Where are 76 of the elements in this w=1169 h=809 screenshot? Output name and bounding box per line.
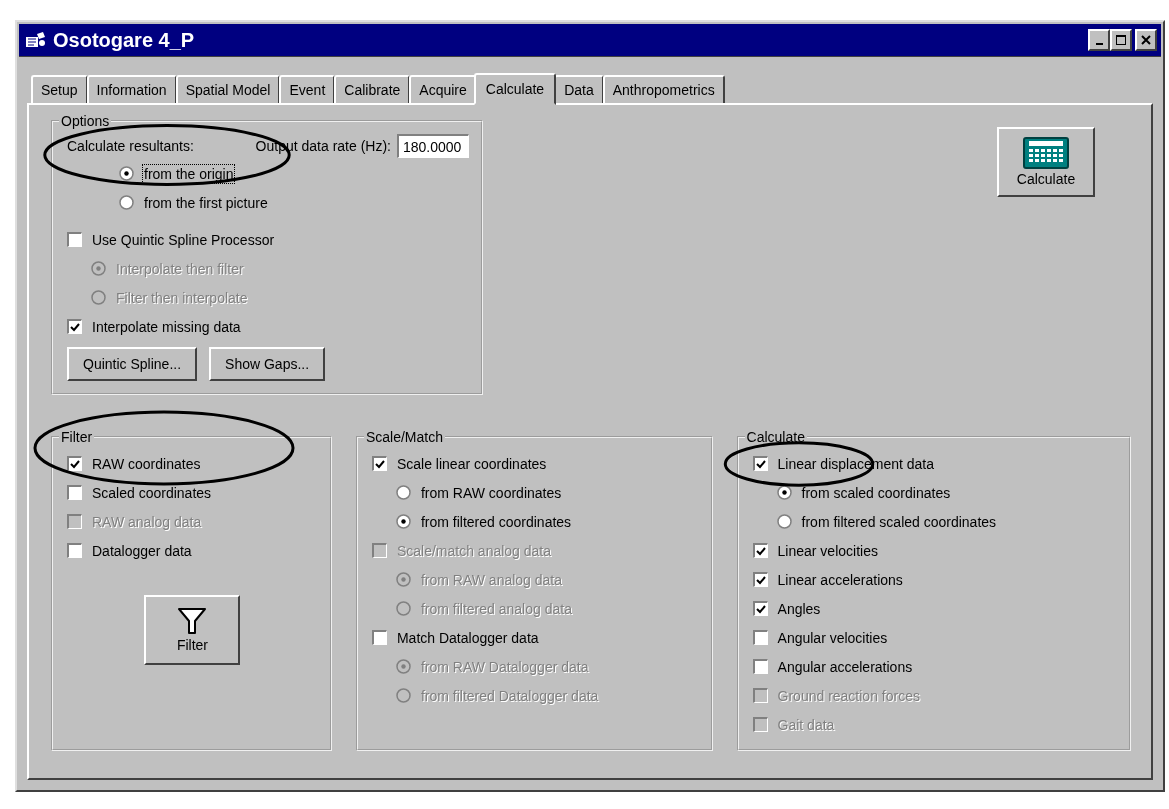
checkbox[interactable] [752, 543, 768, 558]
tab[interactable]: Calibrate [334, 75, 411, 103]
checkbox[interactable] [67, 456, 82, 471]
checkbox-label: Datalogger data [92, 542, 192, 559]
tab[interactable]: Spatial Model [175, 75, 281, 103]
filter-button[interactable]: Filter [144, 595, 241, 665]
radio-label: from filtered analog data [420, 600, 572, 617]
checkbox-label: Ground reaction forces [777, 687, 920, 704]
group-title: Scale/Match [364, 429, 444, 445]
tab[interactable]: Data [554, 75, 604, 103]
checkbox-label: Angular accelerations [777, 658, 913, 675]
checkbox[interactable] [67, 319, 82, 334]
group-title: Filter [60, 429, 94, 445]
checkbox-label: Match Datalogger data [396, 629, 539, 646]
radio-label: from RAW coordinates [420, 484, 562, 501]
radio-button[interactable] [119, 166, 134, 181]
close-icon [1140, 34, 1152, 46]
checkbox-label: RAW coordinates [92, 455, 201, 472]
checkbox[interactable] [67, 543, 82, 558]
funnel-icon [177, 607, 208, 635]
checkbox-label: Interpolate missing data [92, 318, 241, 335]
window-title: Osotogare 4_P [53, 28, 196, 52]
close-button[interactable] [1135, 29, 1157, 51]
checkbox[interactable] [67, 485, 82, 500]
radio-button[interactable] [776, 485, 792, 500]
checkbox-label: Gait data [777, 716, 835, 733]
tab[interactable]: Information [86, 75, 177, 103]
dialog-button[interactable]: Show Gaps... [209, 347, 326, 381]
radio-button[interactable] [395, 514, 411, 529]
radio-label: from the first picture [144, 194, 268, 211]
tab[interactable]: Anthropometrics [602, 75, 725, 103]
app-icon [25, 31, 47, 49]
tab[interactable]: Event [279, 75, 336, 103]
tab[interactable]: Setup [31, 75, 88, 103]
radio-button[interactable] [119, 195, 134, 210]
radio-label: Filter then interpolate [116, 289, 248, 306]
checkbox-label: Linear velocities [777, 542, 878, 559]
maximize-button[interactable] [1110, 29, 1132, 51]
group-title: Calculate [745, 429, 806, 445]
calculate-button[interactable]: Calculate [997, 127, 1095, 197]
checkbox[interactable] [752, 456, 768, 471]
checkbox[interactable] [752, 572, 768, 587]
checkbox-label: Angles [777, 600, 821, 617]
checkbox-label: Scale linear coordinates [396, 455, 547, 472]
radio-button[interactable] [395, 485, 411, 500]
checkbox[interactable] [371, 456, 387, 471]
tab[interactable]: Acquire [409, 75, 477, 103]
radio-label: from RAW Datalogger data [420, 658, 589, 675]
checkbox-label: Use Quintic Spline Processor [92, 231, 275, 248]
checkbox[interactable] [371, 630, 387, 645]
checkbox-label: RAW analog data [92, 513, 202, 530]
checkbox-label: Scaled coordinates [92, 484, 212, 501]
checkbox-label: Linear accelerations [777, 571, 903, 588]
radio-label: from filtered Datalogger data [420, 687, 599, 704]
radio-label: from filtered coordinates [420, 513, 572, 530]
minimize-button[interactable] [1088, 29, 1110, 51]
checkbox[interactable] [752, 659, 768, 674]
radio-label: from the origin [144, 165, 234, 182]
output-rate-field[interactable]: 180.0000 [397, 134, 469, 158]
radio-label: from filtered scaled coordinates [801, 513, 997, 530]
calculator-icon [1023, 137, 1069, 169]
checkbox-label: Angular velocities [777, 629, 888, 646]
minimize-icon [1095, 43, 1103, 45]
radio-button[interactable] [776, 514, 792, 529]
radio-label: from scaled coordinates [801, 484, 951, 501]
radio-label: from RAW analog data [420, 571, 563, 588]
checkbox[interactable] [752, 630, 768, 645]
group-title: Options [60, 113, 111, 129]
dialog-button[interactable]: Quintic Spline... [67, 347, 198, 381]
section-label: Calculate resultants: [67, 138, 194, 154]
radio-label: Interpolate then filter [116, 260, 244, 277]
checkbox[interactable] [752, 601, 768, 616]
checkbox-label: Scale/match analog data [396, 542, 552, 559]
tab[interactable]: Calculate [473, 73, 557, 105]
maximize-icon [1115, 34, 1127, 46]
checkbox[interactable] [67, 232, 82, 247]
